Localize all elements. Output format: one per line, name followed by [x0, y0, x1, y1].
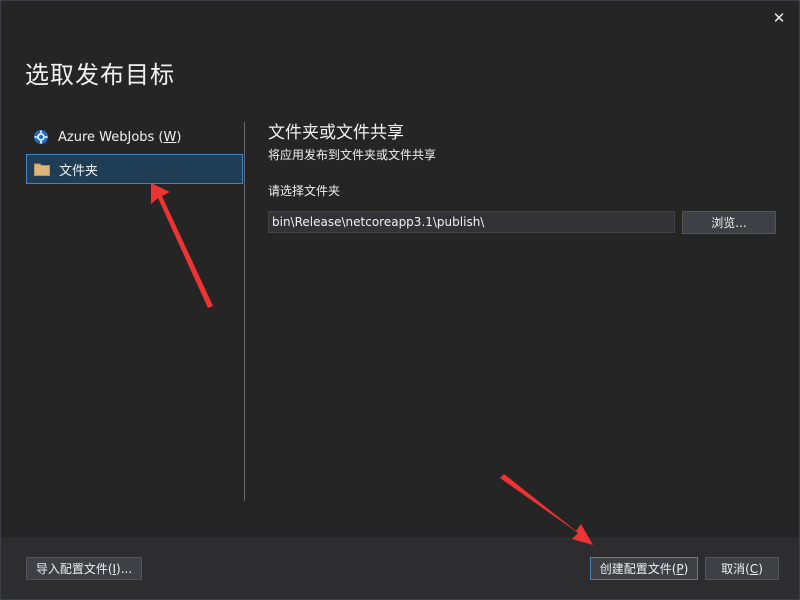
- azure-webjobs-icon: [32, 128, 50, 146]
- dialog-title: 选取发布目标: [25, 61, 175, 89]
- folder-field-label: 请选择文件夹: [268, 184, 341, 198]
- panel-divider: [244, 122, 245, 501]
- target-item-folder[interactable]: 文件夹: [26, 154, 243, 184]
- target-title: 文件夹或文件共享: [268, 123, 404, 143]
- target-list: Azure WebJobs (W) 文件夹: [26, 122, 244, 186]
- target-item-label: 文件夹: [59, 163, 99, 179]
- close-button[interactable]: ✕: [767, 7, 791, 29]
- target-subtitle: 将应用发布到文件夹或文件共享: [268, 148, 437, 162]
- browse-button[interactable]: 浏览...: [682, 211, 776, 234]
- publish-target-dialog: ✕ 选取发布目标 Azure WebJobs (W) 文件夹 文件夹或文件共享 …: [0, 0, 800, 600]
- create-profile-button[interactable]: 创建配置文件(P): [590, 557, 698, 580]
- import-profile-button[interactable]: 导入配置文件(I)...: [26, 557, 142, 580]
- cancel-button[interactable]: 取消(C): [705, 557, 779, 580]
- folder-icon: [33, 160, 51, 178]
- folder-path-input[interactable]: [268, 211, 675, 233]
- close-icon: ✕: [772, 9, 786, 27]
- target-item-azure-webjobs[interactable]: Azure WebJobs (W): [26, 122, 243, 152]
- dialog-footer: 导入配置文件(I)... 创建配置文件(P) 取消(C): [1, 537, 799, 599]
- target-details: 文件夹或文件共享 将应用发布到文件夹或文件共享 请选择文件夹 浏览...: [268, 122, 778, 234]
- target-item-label: Azure WebJobs (W): [58, 129, 182, 145]
